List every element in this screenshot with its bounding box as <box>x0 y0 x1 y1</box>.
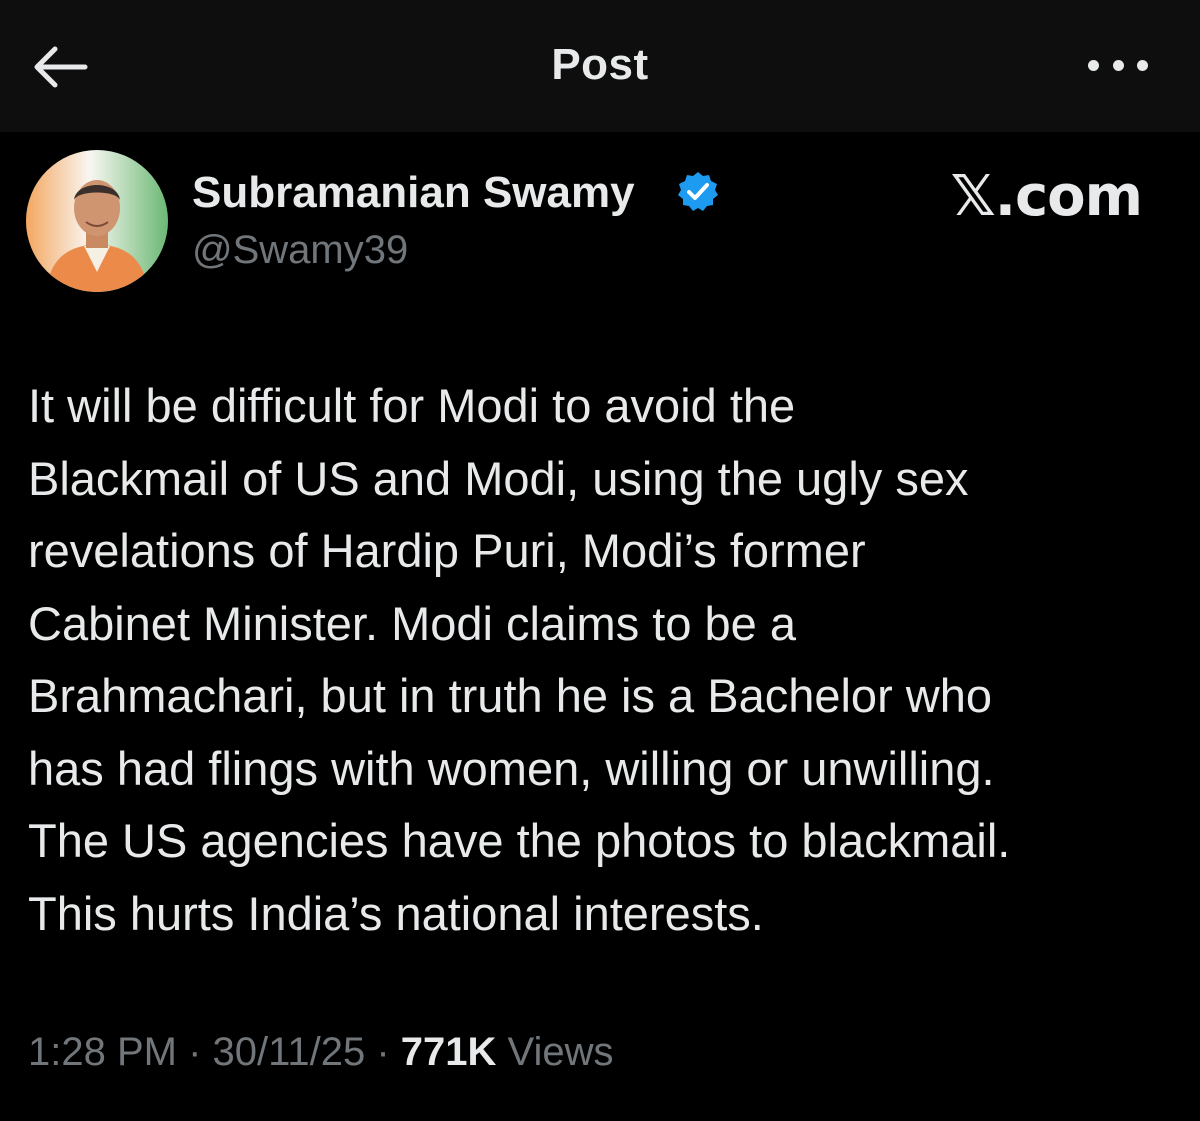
meta-separator: · <box>176 1030 213 1074</box>
post-time[interactable]: 1:28 PM <box>28 1030 177 1074</box>
post-text-line: has had flings with women, willing or un… <box>28 741 995 795</box>
views-label: Views <box>496 1030 614 1074</box>
x-com-watermark: 𝕏.com <box>950 164 1143 229</box>
post-text-line: Blackmail of US and Modi, using the ugly… <box>28 451 969 505</box>
verified-badge-icon <box>676 170 720 214</box>
author-name[interactable]: Subramanian Swamy <box>192 168 635 218</box>
post-text: It will be difficult for Modi to avoid t… <box>28 370 1168 950</box>
meta-separator: · <box>365 1030 401 1074</box>
avatar[interactable] <box>26 150 168 292</box>
post-text-line: revelations of Hardip Puri, Modi’s forme… <box>28 524 866 577</box>
more-horizontal-icon <box>1088 59 1099 71</box>
page-title: Post <box>551 40 649 89</box>
post-text-line: Cabinet Minister. Modi claims to be a <box>28 596 796 650</box>
post-text-line: The US agencies have the photos to black… <box>28 814 1011 867</box>
post-text-line: This hurts India’s national interests. <box>28 886 764 940</box>
top-bar: Post <box>0 0 1200 132</box>
post-text-line: It will be difficult for Modi to avoid t… <box>28 379 796 432</box>
views-count[interactable]: 771K <box>401 1030 497 1074</box>
post-date[interactable]: 30/11/25 <box>213 1030 366 1074</box>
post-text-line: Brahmachari, but in truth he is a Bachel… <box>28 669 993 722</box>
more-options-button[interactable] <box>1088 50 1148 80</box>
post-meta: 1:28 PM · 30/11/25 · 771K Views <box>28 1030 614 1075</box>
author-handle[interactable]: @Swamy39 <box>192 228 408 273</box>
